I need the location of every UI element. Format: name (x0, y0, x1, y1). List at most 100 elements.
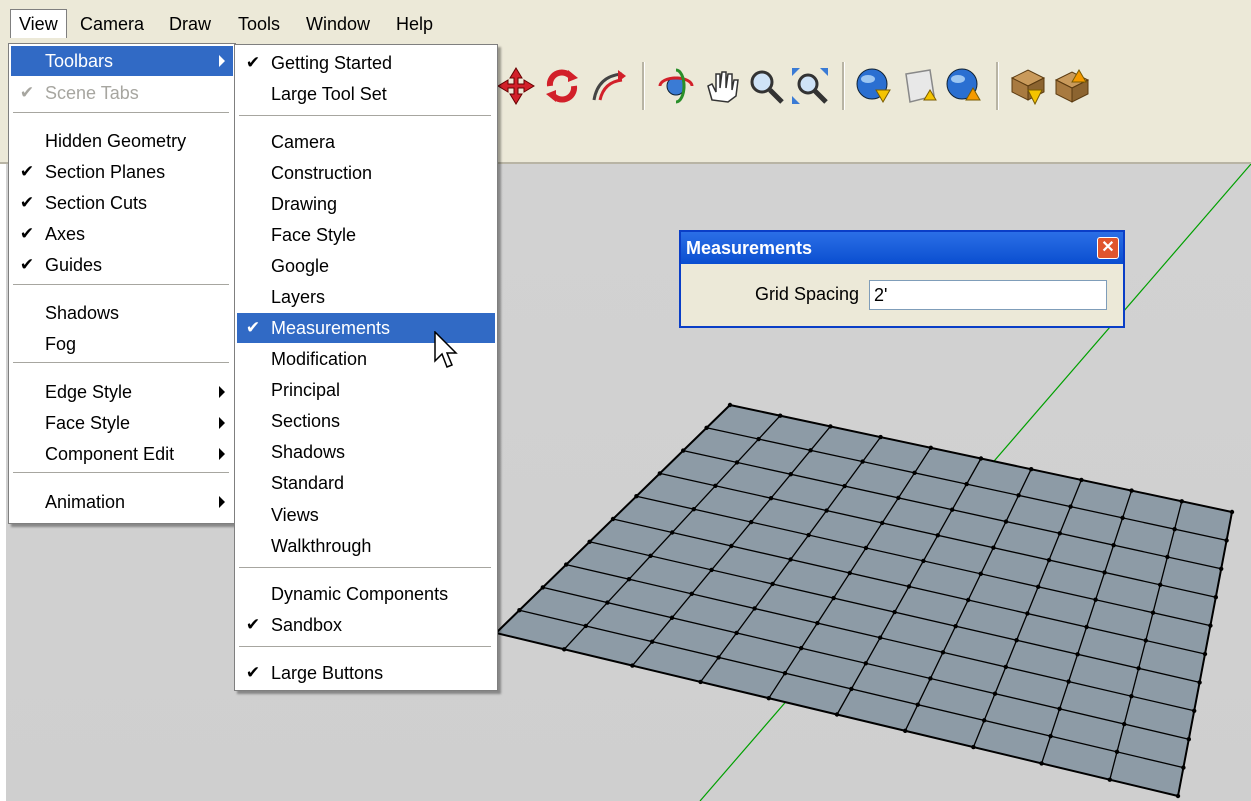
menu-separator (239, 567, 491, 570)
toolbar-item-face-style[interactable]: Face Style (237, 220, 495, 250)
grid-vertex (950, 507, 955, 512)
view-menu-item-face-style[interactable]: Face Style (11, 408, 233, 438)
toolbar-item-large-tool-set[interactable]: Large Tool Set (237, 79, 495, 109)
view-menu-item-fog[interactable]: Fog (11, 329, 233, 359)
toolbars-submenu: ✔ Getting Started Large Tool Set Camera Cons… (234, 44, 498, 691)
get-models-icon[interactable] (854, 66, 894, 106)
view-menu-item-hidden-geometry[interactable]: Hidden Geometry (11, 126, 233, 156)
grid-vertex (1129, 693, 1134, 699)
menu-draw[interactable]: Draw (161, 10, 219, 38)
view-menu-item-shadows[interactable]: Shadows (11, 298, 233, 328)
grid-vertex (583, 623, 588, 629)
grid-vertex (847, 570, 852, 576)
toolbar-item-shadows[interactable]: Shadows (237, 437, 495, 467)
toolbar-item-dynamic-components[interactable]: Dynamic Components (237, 579, 495, 609)
follow-me-icon[interactable] (588, 66, 628, 106)
grid-vertex (766, 696, 771, 701)
view-menu-item-toolbars[interactable]: Toolbars (11, 46, 233, 76)
view-menu-item-section-planes[interactable]: ✔ Section Planes (11, 157, 233, 187)
grid-vertex (1084, 624, 1089, 630)
get-component-icon[interactable] (1008, 66, 1048, 106)
pan-icon[interactable] (702, 66, 742, 106)
grid-vertex (860, 459, 865, 464)
menu-item-label: Axes (45, 224, 86, 244)
toolbar-item-camera[interactable]: Camera (237, 127, 495, 157)
grid-vertex (704, 425, 709, 430)
grid-vertex (834, 712, 840, 717)
grid-vertex (691, 506, 696, 512)
grid-vertex (1003, 664, 1008, 670)
toolbar-item-google[interactable]: Google (237, 251, 495, 281)
share-component-icon[interactable] (944, 66, 984, 106)
grid-vertex (1186, 737, 1192, 742)
menu-view[interactable]: View (10, 9, 67, 38)
zoom-extents-icon[interactable] (790, 66, 830, 106)
grid-vertex (734, 460, 740, 465)
menu-separator (13, 472, 229, 475)
grid-vertex (906, 584, 912, 589)
grid-vertex (966, 597, 971, 603)
view-menu: Toolbars ✔ Scene Tabs Hidden Geometry ✔ Secti… (8, 43, 236, 524)
orbit-icon[interactable] (656, 66, 696, 106)
menu-item-label: Section Planes (45, 162, 166, 182)
rotate-icon[interactable] (542, 66, 582, 106)
grid-vertex (1219, 566, 1224, 571)
menu-tools[interactable]: Tools (230, 10, 288, 38)
menu-item-label: Google (271, 256, 330, 276)
menu-camera[interactable]: Camera (72, 10, 152, 38)
menu-item-label: Measurements (271, 318, 391, 338)
toolbar-item-construction[interactable]: Construction (237, 158, 495, 188)
grid-vertex (971, 744, 976, 750)
grid-vertex (808, 448, 813, 453)
menu-help[interactable]: Help (388, 10, 441, 38)
checkmark-icon: ✔ (19, 255, 35, 274)
grid-vertex (928, 445, 933, 450)
place-model-icon[interactable] (1052, 66, 1092, 106)
menu-item-label: Hidden Geometry (45, 131, 187, 151)
menu-item-label: Shadows (271, 442, 346, 462)
view-menu-item-guides[interactable]: ✔ Guides (11, 250, 233, 280)
submenu-arrow-icon (219, 448, 225, 460)
toolbar-item-drawing[interactable]: Drawing (237, 189, 495, 219)
toolbar-item-standard[interactable]: Standard (237, 468, 495, 498)
zoom-icon[interactable] (746, 66, 786, 106)
view-menu-item-edge-style[interactable]: Edge Style (11, 377, 233, 407)
menu-separator (13, 362, 229, 365)
toolbar-item-walkthrough[interactable]: Walkthrough (237, 531, 495, 561)
grid-vertex (1179, 499, 1185, 504)
grid-vertex (953, 623, 958, 629)
grid-vertex (1068, 504, 1073, 509)
menu-window[interactable]: Window (298, 10, 378, 38)
toolbar-item-sections[interactable]: Sections (237, 406, 495, 436)
view-menu-item-component-edit[interactable]: Component Edit (11, 439, 233, 469)
menu-item-label: Shadows (45, 303, 120, 323)
close-icon[interactable]: ✕ (1097, 237, 1119, 259)
grid-vertex (610, 516, 616, 522)
measurements-titlebar[interactable]: Measurements ✕ (681, 232, 1123, 264)
toolbar-item-large-buttons[interactable]: ✔ Large Buttons (237, 658, 495, 688)
large-tool-set-toolbar (496, 48, 1246, 118)
toolbar-item-getting-started[interactable]: ✔ Getting Started (237, 48, 495, 78)
toolbar-item-sandbox[interactable]: ✔ Sandbox (237, 610, 495, 640)
toolbar-item-layers[interactable]: Layers (237, 282, 495, 312)
grid-vertex (991, 545, 996, 550)
menu-item-label: Edge Style (45, 382, 133, 402)
grid-vertex (1158, 582, 1163, 588)
share-model-icon[interactable] (900, 66, 940, 106)
move-icon[interactable] (496, 66, 536, 106)
view-menu-item-animation[interactable]: Animation (11, 487, 233, 517)
menu-item-label: Face Style (271, 225, 357, 245)
grid-vertex (1003, 519, 1009, 524)
grid-vertex (863, 661, 868, 666)
grid-vertex (842, 483, 847, 489)
view-menu-item-axes[interactable]: ✔ Axes (11, 219, 233, 249)
grid-vertex (1114, 749, 1120, 755)
view-menu-item-section-cuts[interactable]: ✔ Section Cuts (11, 188, 233, 218)
menu-item-label: Walkthrough (271, 536, 372, 556)
grid-vertex (915, 702, 920, 707)
toolbar-item-views[interactable]: Views (237, 500, 495, 530)
sandbox-grid-mesh (493, 402, 1235, 799)
grid-spacing-input[interactable]: 2' (869, 280, 1107, 310)
toolbar-item-principal[interactable]: Principal (237, 375, 495, 405)
grid-vertex (1175, 793, 1181, 799)
